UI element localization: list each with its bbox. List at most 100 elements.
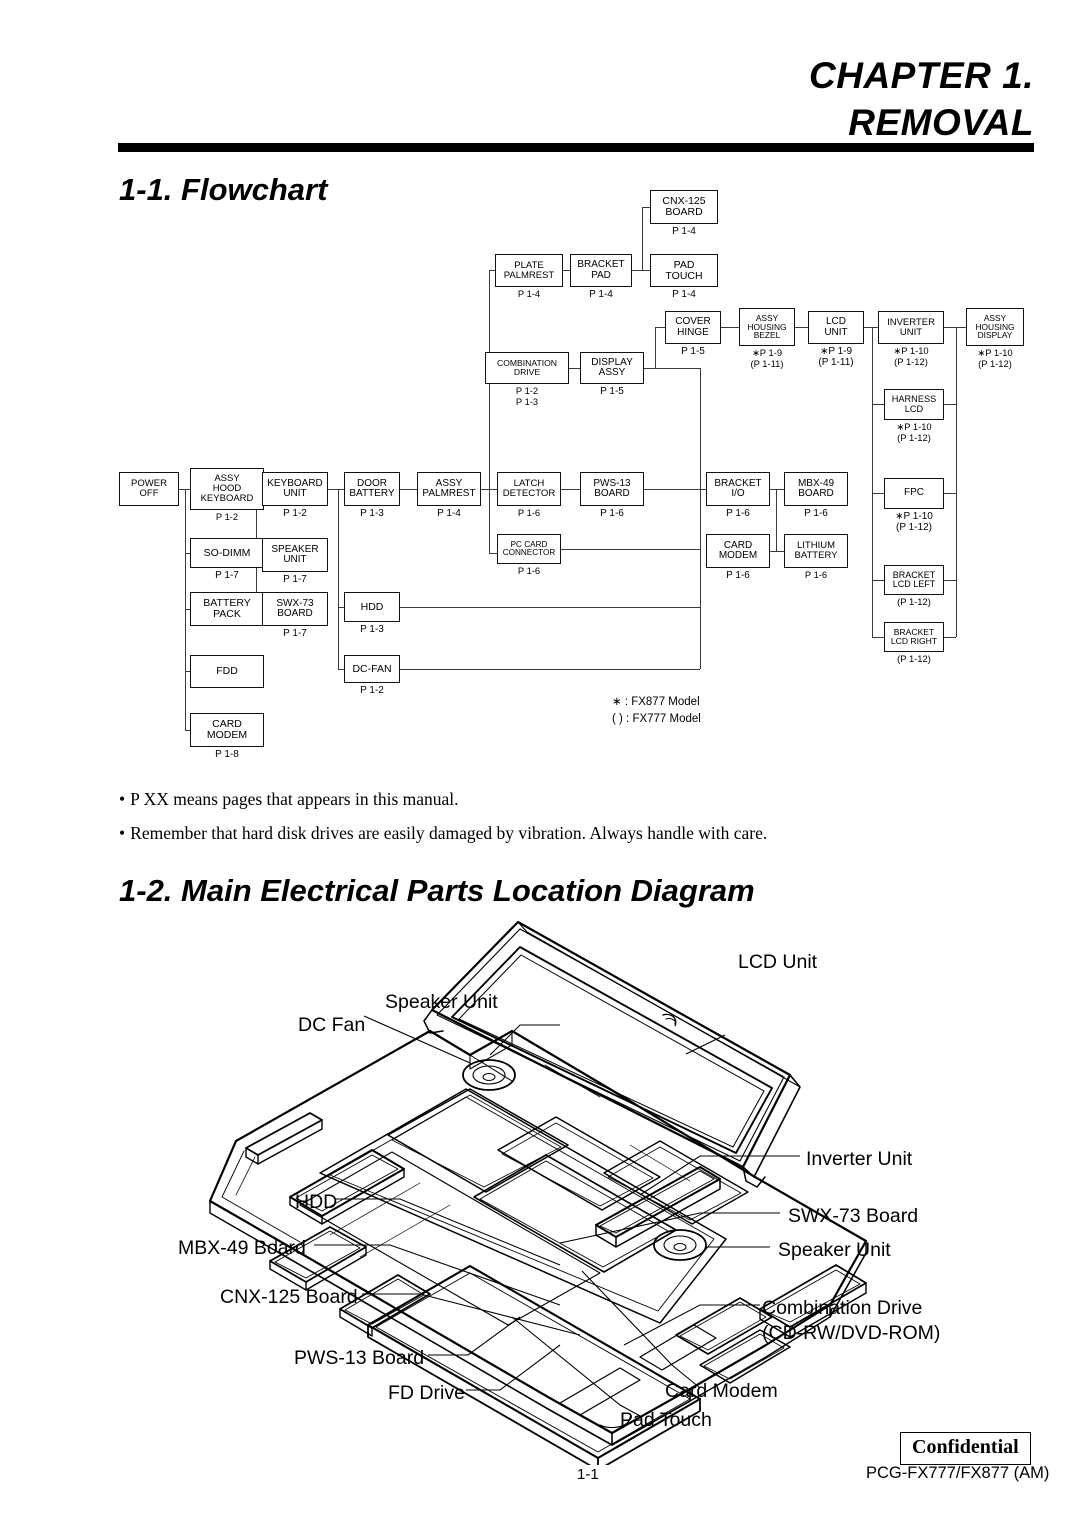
flow-connector bbox=[956, 327, 966, 329]
flow-box-label: PALMREST bbox=[503, 269, 555, 281]
legend-line: ( ) : FX777 Model bbox=[612, 712, 701, 725]
page-ref: P 1-8 bbox=[215, 749, 239, 760]
page-ref: (P 1-12) bbox=[894, 355, 928, 367]
flow-box-label: BEZEL bbox=[753, 330, 781, 341]
flow-box-label: BATTERY bbox=[349, 488, 395, 499]
callout-fd-drive: FD Drive bbox=[388, 1382, 465, 1404]
flow-box-label: LCD bbox=[904, 403, 924, 414]
flow-box-label: KEYBOARD bbox=[200, 492, 254, 504]
flow-box-assy-housing-bezel: ASSY HOUSING BEZEL bbox=[739, 308, 795, 346]
flow-box-hdd: HDD bbox=[344, 592, 400, 622]
flow-box-page-bracket-io: P 1-6 bbox=[706, 508, 770, 519]
flow-box-bracket-pad: BRACKET PAD bbox=[570, 254, 632, 287]
flow-box-pad-touch: PAD TOUCH bbox=[650, 254, 718, 287]
flow-connector bbox=[944, 404, 956, 406]
removal-flowchart: ∗ : FX877 Model ( ) : FX777 Model POWER OF… bbox=[0, 0, 1080, 800]
flow-box-assy-palmrest: ASSY PALMREST bbox=[417, 472, 481, 506]
flow-box-pc-card-connector: PC CARD CONNECTOR bbox=[497, 534, 561, 564]
flow-box-card-modem-left: CARD MODEM bbox=[190, 713, 264, 747]
flow-box-page-display-assy: P 1-5 bbox=[580, 386, 644, 397]
flow-connector bbox=[655, 327, 657, 368]
note-text: P XX means pages that appears in this ma… bbox=[130, 789, 459, 809]
flow-box-bracket-lcd-right: BRACKET LCD RIGHT bbox=[884, 622, 944, 652]
flow-box-battery-pack: BATTERY PACK bbox=[190, 592, 264, 626]
callout-speaker-unit-right: Speaker Unit bbox=[778, 1239, 891, 1261]
page-ref: (P 1-11) bbox=[750, 357, 784, 369]
flow-box-page-card-modem-left: P 1-8 bbox=[190, 749, 264, 760]
flow-box-page-lithium-battery: P 1-6 bbox=[784, 569, 848, 581]
flow-box-so-dimm: SO-DIMM bbox=[190, 538, 264, 568]
callout-combination-drive: Combination Drive bbox=[762, 1297, 923, 1319]
flow-box-page-dc-fan: P 1-2 bbox=[344, 685, 400, 696]
page-ref: P 1-3 bbox=[360, 508, 384, 519]
page-ref: P 1-6 bbox=[726, 570, 750, 581]
page-ref: (P 1-11) bbox=[818, 357, 854, 369]
flow-connector bbox=[721, 327, 739, 329]
flow-box-mbx-49-board: MBX-49 BOARD bbox=[784, 472, 848, 506]
page-ref: P 1-6 bbox=[517, 507, 541, 518]
flow-box-label: HDD bbox=[360, 600, 384, 613]
callout-inverter-unit: Inverter Unit bbox=[806, 1148, 913, 1170]
flow-box-label: BOARD bbox=[798, 488, 834, 499]
flow-box-label: LCD bbox=[825, 316, 846, 328]
flow-connector bbox=[563, 270, 570, 272]
confidential-stamp: Confidential bbox=[900, 1432, 1031, 1465]
flow-box-page-assy-housing-bezel: ∗P 1-9 (P 1-11) bbox=[739, 347, 795, 369]
note-text: Remember that hard disk drives are easil… bbox=[130, 823, 768, 844]
page-ref: P 1-5 bbox=[600, 386, 624, 397]
flow-box-page-keyboard-unit: P 1-2 bbox=[262, 508, 328, 519]
callout-mbx-49-board: MBX-49 Board bbox=[178, 1237, 306, 1259]
flow-connector bbox=[644, 489, 700, 491]
callout-pad-touch: Pad Touch bbox=[620, 1409, 712, 1431]
flow-box-page-bracket-lcd-right: (P 1-12) bbox=[884, 653, 944, 665]
flow-connector bbox=[944, 637, 956, 639]
page-ref: ∗P 1-9 bbox=[751, 347, 783, 358]
flow-box-speaker-unit: SPEAKER UNIT bbox=[262, 538, 328, 572]
flow-box-fpc: FPC bbox=[884, 478, 944, 509]
page-ref: P 1-2 bbox=[515, 385, 539, 396]
callout-hdd: HDD bbox=[295, 1191, 338, 1213]
flow-box-label: CONNECTOR bbox=[502, 548, 556, 557]
flow-connector bbox=[400, 607, 700, 609]
flow-box-label: DETECTOR bbox=[502, 488, 556, 499]
flow-connector bbox=[944, 580, 956, 582]
flow-box-label: PACK bbox=[213, 608, 241, 620]
page-ref: P 1-7 bbox=[283, 628, 307, 639]
page-ref: P 1-4 bbox=[517, 288, 541, 299]
page-ref: P 1-2 bbox=[283, 508, 307, 519]
flow-box-bracket-io: BRACKET I/O bbox=[706, 472, 770, 506]
callout-cnx-125-board: CNX-125 Board bbox=[220, 1286, 358, 1308]
flow-box-page-inverter-unit: ∗P 1-10 (P 1-12) bbox=[878, 345, 944, 367]
flow-connector bbox=[700, 489, 702, 549]
page-ref: P 1-2 bbox=[215, 511, 239, 522]
flow-connector bbox=[642, 270, 650, 272]
page-ref: (P 1-12) bbox=[897, 431, 931, 443]
page-ref: P 1-7 bbox=[283, 574, 307, 585]
flow-connector bbox=[569, 368, 580, 370]
flow-connector bbox=[632, 270, 642, 272]
flow-box-page-bracket-pad: P 1-4 bbox=[570, 289, 632, 300]
flow-box-label: BRACKET bbox=[577, 259, 625, 271]
flow-box-page-cnx-125-board: P 1-4 bbox=[650, 226, 718, 237]
flow-box-plate-palmrest: PLATE PALMREST bbox=[495, 254, 563, 287]
flow-box-page-assy-housing-display: ∗P 1-10 (P 1-12) bbox=[966, 347, 1024, 369]
flow-box-label: HINGE bbox=[677, 326, 709, 338]
page-ref: P 1-4 bbox=[672, 226, 696, 237]
page-number: 1-1 bbox=[577, 1466, 599, 1483]
callout-lcd-unit: LCD Unit bbox=[738, 951, 818, 973]
page-ref: P 1-6 bbox=[804, 569, 828, 580]
callout-card-modem: Card Modem bbox=[665, 1380, 778, 1402]
flow-box-harness-lcd: HARNESS LCD bbox=[884, 389, 944, 420]
flow-connector bbox=[561, 549, 700, 551]
manual-page: CHAPTER 1. REMOVAL 1-1. Flowchart ∗ : FX… bbox=[0, 0, 1080, 1526]
flow-connector bbox=[644, 368, 700, 370]
flow-connector bbox=[700, 549, 702, 669]
flow-box-page-hdd: P 1-3 bbox=[344, 624, 400, 635]
callout-dc-fan: DC Fan bbox=[298, 1014, 366, 1036]
flow-box-page-lcd-unit: ∗P 1-9 (P 1-11) bbox=[808, 346, 864, 368]
flow-box-page-harness-lcd: ∗P 1-10 (P 1-12) bbox=[884, 421, 944, 443]
flow-box-page-door-battery: P 1-3 bbox=[344, 508, 400, 519]
flow-box-page-assy-hood-keyboard: P 1-2 bbox=[190, 511, 264, 523]
flow-box-label: OFF bbox=[139, 488, 159, 499]
flow-box-door-battery: DOOR BATTERY bbox=[344, 472, 400, 506]
